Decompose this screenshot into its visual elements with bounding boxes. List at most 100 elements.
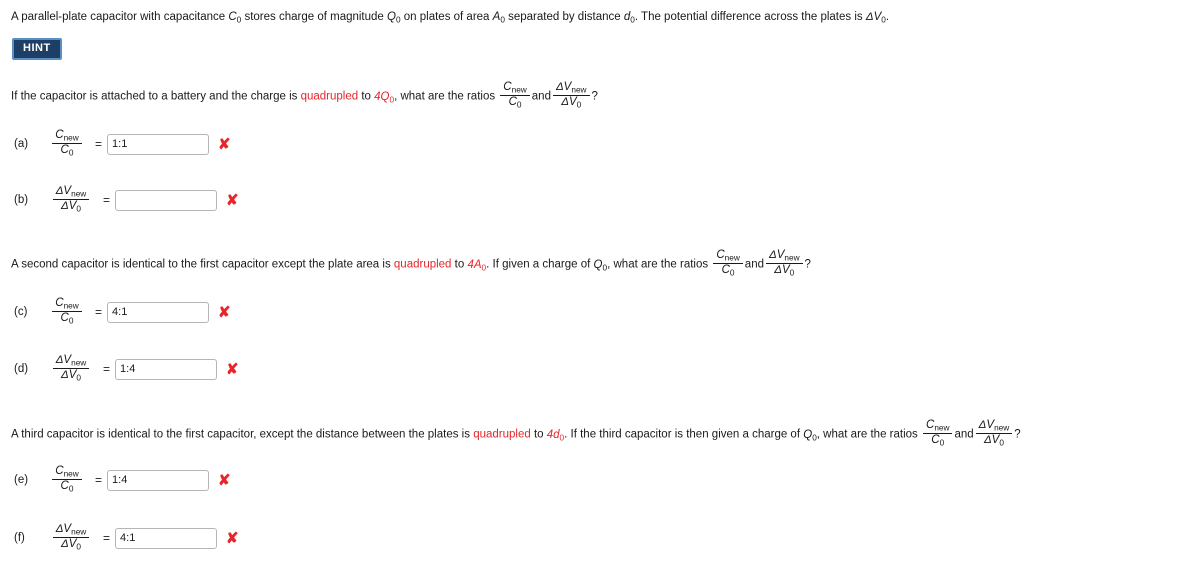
answer-label-f: (f)	[14, 532, 25, 545]
q2-symbol-q0: Q0	[593, 258, 608, 273]
answer-row-f: (f) ΔVnewΔV0 = ✘	[14, 523, 239, 553]
intro-text-4: separated by distance	[504, 11, 624, 23]
q3-and: and	[954, 428, 974, 441]
ratio-numerator: Cnew	[500, 81, 530, 97]
ratio-numerator: ΔVnew	[765, 249, 803, 265]
ratio-capacitance: Cnew C0	[923, 419, 953, 448]
ratio-numerator: Cnew	[52, 297, 82, 313]
q1-text-1: If the capacitor is attached to a batter…	[11, 90, 301, 103]
ratio-voltage: ΔVnew ΔV0	[52, 185, 90, 214]
ratio-voltage: ΔVnew ΔV0	[975, 419, 1013, 448]
symbol-d0: d0	[623, 11, 635, 25]
question-2-statement: A second capacitor is identical to the f…	[11, 249, 811, 279]
symbol-c0: C0	[228, 11, 242, 25]
hint-button[interactable]: HINT	[12, 38, 62, 60]
answer-ratio-c: Cnew C0	[44, 297, 90, 327]
answer-label-c: (c)	[14, 306, 28, 319]
q3-text-4: , what are the ratios	[816, 428, 921, 441]
equals-sign-b: =	[103, 193, 111, 208]
ratio-denominator: C0	[60, 144, 74, 158]
question-1-statement: If the capacitor is attached to a batter…	[11, 81, 598, 111]
status-icon-incorrect: ✘	[226, 360, 239, 378]
q1-highlight: quadrupled	[300, 90, 359, 103]
ratio-numerator: Cnew	[52, 465, 82, 481]
q2-and: and	[744, 258, 764, 271]
ratio-capacitance: Cnew C0	[52, 297, 82, 326]
ratio-capacitance: Cnew C0	[52, 465, 82, 494]
ratio-denominator: C0	[60, 312, 74, 326]
ratio-voltage: ΔVnew ΔV0	[52, 354, 90, 383]
q1-question-mark: ?	[591, 90, 598, 103]
ratio-numerator: ΔVnew	[975, 419, 1013, 435]
ratio-denominator: C0	[508, 96, 522, 110]
answer-input-b[interactable]	[115, 189, 218, 211]
q3-symbol-q0: Q0	[803, 428, 817, 443]
q3-question-mark: ?	[1014, 428, 1021, 441]
q2-changed-quantity: 4A0	[467, 258, 487, 273]
equals-sign-c: =	[95, 305, 103, 320]
answer-input-d[interactable]	[115, 358, 218, 380]
intro-text-1: A parallel-plate capacitor with capacita…	[11, 11, 229, 23]
status-icon-incorrect: ✘	[218, 303, 231, 321]
answer-label-e: (e)	[14, 474, 29, 487]
q3-text-1: A third capacitor is identical to the fi…	[11, 428, 474, 441]
equals-sign-f: =	[103, 531, 111, 546]
q2-text-4: , what are the ratios	[607, 258, 712, 271]
ratio-denominator: ΔV0	[61, 538, 81, 552]
q2-highlight: quadrupled	[393, 258, 452, 271]
q2-text-3: . If given a charge of	[486, 258, 594, 271]
answer-input-c[interactable]	[107, 301, 210, 323]
intro-text-2: stores charge of magnitude	[241, 11, 388, 23]
status-icon-incorrect: ✘	[226, 191, 239, 209]
answer-row-c: (c) CnewC0 = ✘	[14, 297, 231, 327]
q3-text-3: . If the third capacitor is then given a…	[564, 428, 804, 441]
ratio-capacitance: Cnew C0	[52, 129, 82, 158]
answer-ratio-f: ΔVnew ΔV0	[44, 523, 98, 553]
q3-highlight: quadrupled	[473, 428, 531, 441]
ratio-numerator: ΔVnew	[552, 81, 590, 97]
ratio-numerator: Cnew	[52, 129, 82, 145]
ratio-numerator: ΔVnew	[52, 185, 90, 201]
ratio-capacitance: Cnew C0	[713, 249, 743, 278]
answer-label-d: (d)	[14, 363, 29, 376]
ratio-numerator: Cnew	[713, 249, 743, 265]
ratio-capacitance: Cnew C0	[500, 81, 530, 110]
intro-text-5: . The potential difference across the pl…	[634, 11, 866, 23]
ratio-denominator: ΔV0	[61, 369, 81, 383]
answer-ratio-b: ΔVnew ΔV0	[44, 185, 98, 215]
answer-row-d: (d) ΔVnewΔV0 = ✘	[14, 354, 239, 384]
q3-text-2: to	[530, 428, 547, 441]
status-icon-incorrect: ✘	[218, 471, 231, 489]
answer-ratio-a: Cnew C0	[44, 129, 90, 159]
ratio-voltage: ΔVnew ΔV0	[52, 523, 90, 552]
status-icon-incorrect: ✘	[218, 135, 231, 153]
symbol-delta-v0: ΔV0	[865, 11, 886, 25]
equals-sign-a: =	[95, 137, 103, 152]
equals-sign-e: =	[95, 473, 103, 488]
symbol-a0: A0	[492, 11, 505, 25]
answer-row-a: (a) CnewC0 = ✘	[14, 129, 231, 159]
answer-label-a: (a)	[14, 138, 29, 151]
intro-statement: A parallel-plate capacitor with capacita…	[11, 10, 889, 24]
q1-text-3: , what are the ratios	[394, 90, 499, 103]
q1-text-2: to	[358, 90, 375, 103]
q2-text-2: to	[451, 258, 468, 271]
ratio-denominator: ΔV0	[561, 96, 582, 110]
ratio-numerator: ΔVnew	[52, 523, 90, 539]
problem-page: A parallel-plate capacitor with capacita…	[0, 0, 1200, 586]
q1-changed-quantity: 4Q0	[374, 90, 395, 105]
question-3-statement: A third capacitor is identical to the fi…	[11, 419, 1021, 449]
answer-row-b: (b) ΔVnew ΔV0 = ✘	[14, 185, 239, 215]
answer-input-f[interactable]	[115, 527, 218, 549]
answer-row-e: (e) CnewC0 = ✘	[14, 465, 231, 495]
symbol-q0: Q0	[387, 11, 401, 25]
answer-input-a[interactable]	[107, 133, 210, 155]
answer-input-e[interactable]	[107, 469, 210, 491]
ratio-denominator: C0	[60, 480, 74, 494]
q2-text-1: A second capacitor is identical to the f…	[11, 258, 394, 271]
ratio-denominator: ΔV0	[983, 434, 1004, 448]
ratio-voltage: ΔVnew ΔV0	[765, 249, 803, 278]
answer-ratio-e: Cnew C0	[44, 465, 90, 495]
intro-text-3: on plates of area	[400, 11, 493, 23]
q1-and: and	[531, 90, 551, 103]
